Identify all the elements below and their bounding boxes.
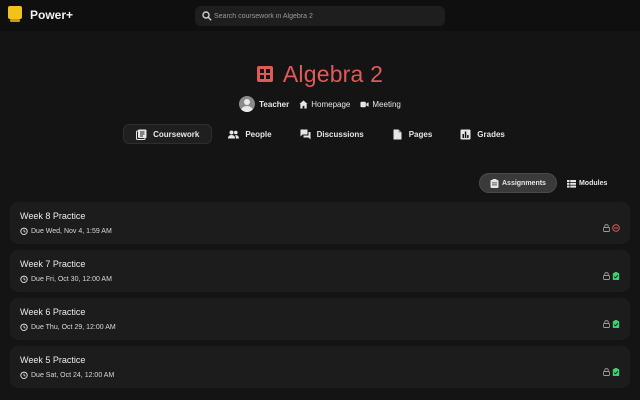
tab-label: Pages [408,129,433,139]
course-title: Algebra 2 [282,60,384,87]
assignment-list: Week 8 Practice Due Wed, Nov 4, 1:59 AM … [10,202,630,394]
homepage-label: Homepage [311,99,351,109]
course-meta: Teacher Homepage Meeting [0,95,640,113]
meeting-link[interactable]: Meeting [360,99,401,109]
teacher-label: Teacher [259,99,290,109]
course-header: Algebra 2 [0,58,640,90]
lock-icon [603,368,610,376]
view-toggle: Assignments Modules [479,173,617,193]
submitted-clipboard-icon [612,320,620,328]
assignments-view-button[interactable]: Assignments [479,173,557,193]
alarm-clock-icon [20,275,28,283]
clipboard-icon [490,178,499,188]
tab-people[interactable]: People [216,124,283,144]
people-icon [228,130,240,138]
teacher-link[interactable]: Teacher [239,96,289,112]
homepage-link[interactable]: Homepage [299,100,350,109]
assignment-due-text: Due Thu, Oct 29, 12:00 AM [31,323,116,331]
assignment-due-text: Due Fri, Oct 30, 12:00 AM [31,275,112,283]
assignment-card[interactable]: Week 8 Practice Due Wed, Nov 4, 1:59 AM [10,202,630,244]
assignment-status [603,320,620,328]
assignment-status [603,368,620,376]
alarm-clock-icon [20,371,28,379]
assignment-status [603,224,620,232]
assignments-view-label: Assignments [502,179,546,187]
pages-icon [393,129,402,139]
assignment-status [603,272,620,280]
video-camera-icon [360,101,369,107]
tab-pages[interactable]: Pages [380,124,445,144]
lock-icon [603,320,610,328]
calculator-icon [256,66,273,82]
submitted-clipboard-icon [612,272,620,280]
app-brand[interactable]: Power+ [30,8,73,22]
search-input[interactable] [214,8,439,24]
tab-label: Grades [477,129,505,139]
assignment-card[interactable]: Week 6 Practice Due Thu, Oct 29, 12:00 A… [10,298,630,340]
lock-icon [603,224,610,232]
submitted-clipboard-icon [612,368,620,376]
tab-coursework[interactable]: Coursework [123,124,213,144]
assignment-title: Week 6 Practice [20,307,86,317]
tab-label: Discussions [316,129,364,139]
assignment-due: Due Wed, Nov 4, 1:59 AM [20,227,112,235]
modules-view-label: Modules [578,179,608,187]
assignment-due-text: Due Sat, Oct 24, 12:00 AM [31,371,115,379]
tab-grades[interactable]: Grades [448,124,517,144]
assignment-title: Week 8 Practice [20,211,86,221]
grades-icon [460,129,471,139]
missing-icon [612,224,620,232]
assignment-card[interactable]: Week 7 Practice Due Fri, Oct 30, 12:00 A… [10,250,630,292]
tab-label: People [245,129,272,139]
tab-label: Coursework [153,129,200,139]
alarm-clock-icon [20,323,28,331]
discussions-icon [300,129,311,139]
avatar [239,96,256,112]
meeting-label: Meeting [372,99,401,109]
assignment-due: Due Thu, Oct 29, 12:00 AM [20,323,116,331]
modules-view-button[interactable]: Modules [557,173,617,193]
assignment-due-text: Due Wed, Nov 4, 1:59 AM [31,227,112,235]
modules-icon [566,179,576,188]
lock-icon [603,272,610,280]
search-icon [202,11,212,21]
assignment-due: Due Fri, Oct 30, 12:00 AM [20,275,112,283]
top-bar: Power+ [0,0,640,31]
tab-discussions[interactable]: Discussions [288,124,376,144]
search-bar[interactable] [195,6,445,26]
assignment-title: Week 7 Practice [20,259,86,269]
assignment-due: Due Sat, Oct 24, 12:00 AM [20,371,114,379]
notebook-logo-icon[interactable] [8,6,22,22]
alarm-clock-icon [20,227,28,235]
course-tabs: Coursework People Discussions Pages Grad… [0,124,640,144]
coursework-icon [136,129,147,140]
home-icon [299,99,308,109]
assignment-title: Week 5 Practice [20,355,86,365]
assignment-card[interactable]: Week 5 Practice Due Sat, Oct 24, 12:00 A… [10,346,630,388]
